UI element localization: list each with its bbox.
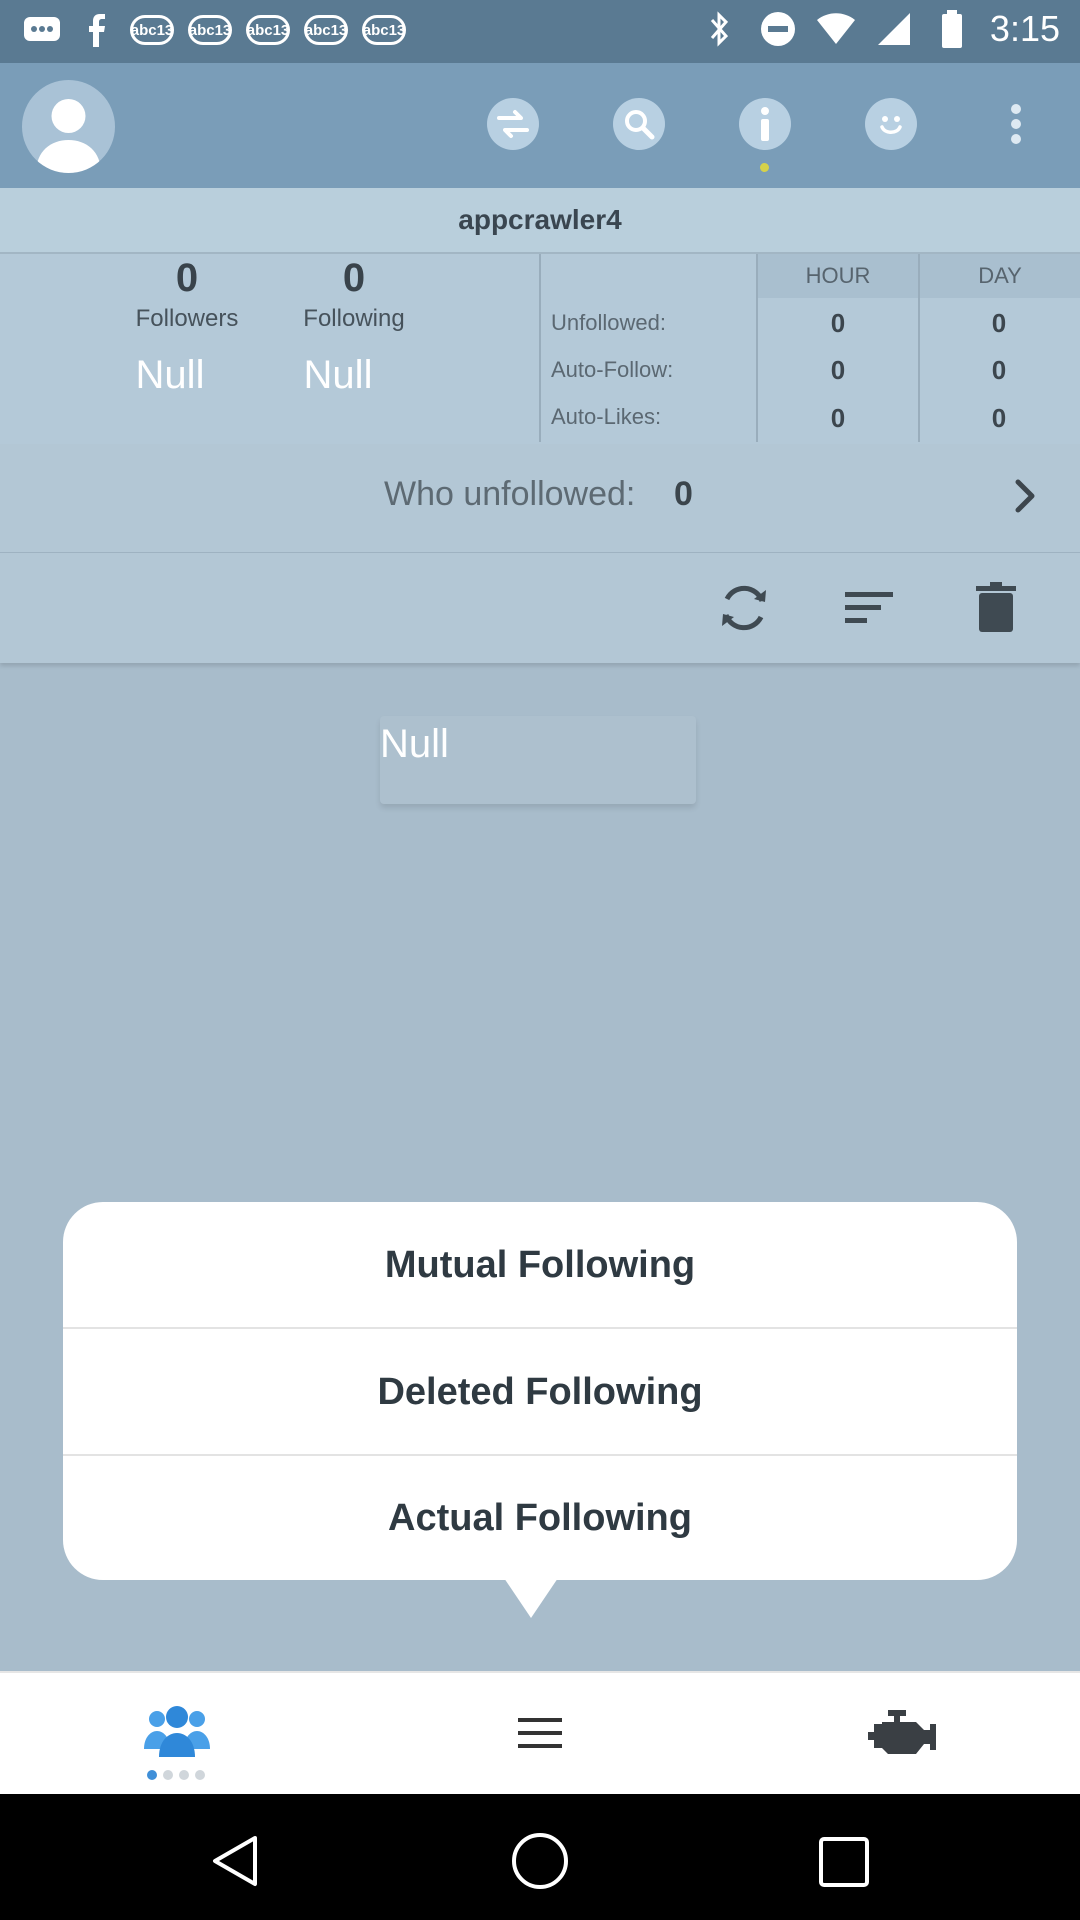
following-stat[interactable]: 0 Following bbox=[294, 256, 414, 333]
recents-icon[interactable] bbox=[818, 1836, 870, 1888]
page-indicator bbox=[147, 1770, 205, 1780]
avatar-icon[interactable] bbox=[22, 80, 115, 173]
table-row-label: Auto-Likes: bbox=[551, 404, 662, 429]
list-toolbar bbox=[0, 553, 1080, 663]
active-tab-indicator bbox=[760, 163, 769, 172]
table-row-day: 0 bbox=[991, 308, 1007, 338]
popup-pointer bbox=[504, 1578, 558, 1618]
empty-list-text: Null bbox=[380, 722, 449, 766]
stats-divider bbox=[539, 254, 541, 442]
news-app-icon: abc13 bbox=[362, 15, 406, 45]
username-label: appcrawler4 bbox=[0, 188, 1080, 252]
status-bar: abc13 abc13 abc13 abc13 abc13 3:15 bbox=[0, 0, 1080, 63]
table-header-hour: HOUR bbox=[758, 254, 918, 298]
who-unfollowed-count: 0 bbox=[674, 475, 693, 513]
battery-icon bbox=[932, 9, 972, 49]
facebook-icon bbox=[76, 10, 116, 50]
swap-icon[interactable] bbox=[487, 98, 539, 150]
following-count: 0 bbox=[342, 256, 366, 300]
signal-icon bbox=[874, 9, 914, 49]
who-unfollowed-label: Who unfollowed: bbox=[384, 475, 636, 513]
system-navigation-bar bbox=[0, 1794, 1080, 1920]
table-row-label: Auto-Follow: bbox=[551, 357, 674, 382]
home-icon[interactable] bbox=[511, 1832, 569, 1890]
refresh-icon[interactable] bbox=[716, 583, 772, 633]
app-bar bbox=[0, 63, 1080, 188]
followers-count: 0 bbox=[175, 256, 199, 300]
followers-label: Followers bbox=[135, 305, 239, 332]
table-header-day: DAY bbox=[920, 254, 1080, 298]
menu-icon[interactable] bbox=[516, 1718, 564, 1748]
mutual-following-option[interactable]: Mutual Following bbox=[63, 1202, 1017, 1328]
clock: 3:15 bbox=[989, 8, 1060, 49]
more-vert-icon[interactable] bbox=[1006, 98, 1026, 150]
table-row-day: 0 bbox=[991, 403, 1007, 433]
users-icon[interactable] bbox=[144, 1703, 210, 1759]
bluetooth-icon bbox=[700, 9, 740, 49]
do-not-disturb-icon bbox=[758, 9, 798, 49]
following-label: Following bbox=[303, 305, 405, 332]
table-row-hour: 0 bbox=[830, 308, 846, 338]
sort-icon[interactable] bbox=[843, 590, 895, 626]
engine-icon[interactable] bbox=[868, 1708, 938, 1758]
wifi-icon bbox=[816, 9, 856, 49]
deleted-following-option[interactable]: Deleted Following bbox=[63, 1329, 1017, 1455]
info-icon[interactable] bbox=[739, 98, 791, 150]
table-row-label: Unfollowed: bbox=[551, 310, 666, 335]
news-app-icon: abc13 bbox=[246, 15, 290, 45]
news-app-icon: abc13 bbox=[130, 15, 174, 45]
back-icon[interactable] bbox=[211, 1834, 259, 1888]
messages-icon bbox=[22, 10, 62, 50]
followers-null-value: Null bbox=[135, 353, 205, 397]
smiley-icon[interactable] bbox=[865, 98, 917, 150]
chevron-right-icon[interactable] bbox=[1008, 476, 1044, 516]
table-row-day: 0 bbox=[991, 355, 1007, 385]
trash-icon[interactable] bbox=[976, 582, 1016, 632]
table-row-hour: 0 bbox=[830, 403, 846, 433]
news-app-icon: abc13 bbox=[304, 15, 348, 45]
actual-following-option[interactable]: Actual Following bbox=[63, 1455, 1017, 1581]
followers-stat[interactable]: 0 Followers bbox=[127, 256, 247, 333]
following-null-value: Null bbox=[303, 353, 373, 397]
search-icon[interactable] bbox=[613, 98, 665, 150]
table-row-hour: 0 bbox=[830, 355, 846, 385]
news-app-icon: abc13 bbox=[188, 15, 232, 45]
